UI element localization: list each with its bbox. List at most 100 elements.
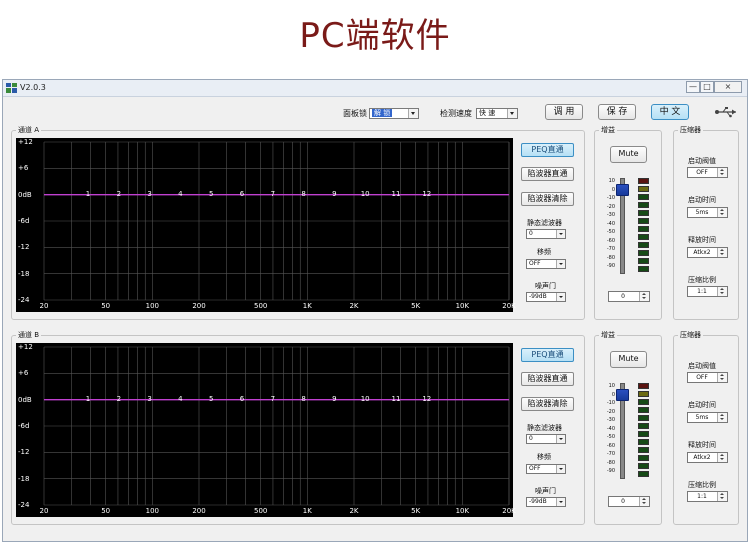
y-tick-label: +6	[18, 164, 29, 173]
notch-clear-button[interactable]: 陷波器清除	[521, 192, 574, 206]
meter-scale-label: -50	[606, 434, 615, 440]
meter-led	[638, 423, 649, 429]
notch-clear-button[interactable]: 陷波器清除	[521, 397, 574, 411]
eq-band-node[interactable]: 6	[237, 190, 247, 198]
threshold-value: OFF	[696, 374, 708, 381]
meter-scale-label: 0	[611, 391, 615, 398]
noise-gate-value: -99dB	[529, 293, 547, 300]
y-tick-label: 0dB	[18, 395, 32, 404]
eq-band-node[interactable]: 5	[206, 190, 216, 198]
peq-bypass-button[interactable]: PEQ直通	[521, 143, 574, 157]
static-filter-select[interactable]: 0	[526, 434, 566, 444]
eq-band-node[interactable]: 1	[83, 190, 93, 198]
eq-band-node[interactable]: 12	[422, 190, 432, 198]
x-tick-label: 20K	[502, 302, 516, 310]
spinner-arrows-icon[interactable]	[717, 248, 727, 257]
panel-lock-select[interactable]: 解 锁	[369, 108, 419, 119]
ratio-spinner[interactable]: 1:1	[687, 286, 728, 297]
meter-led	[638, 266, 649, 272]
threshold-spinner[interactable]: OFF	[687, 167, 728, 178]
eq-band-node[interactable]: 6	[237, 395, 247, 403]
spinner-arrows-icon[interactable]	[717, 287, 727, 296]
close-button[interactable]: ×	[714, 81, 742, 93]
spinner-arrows-icon[interactable]	[717, 373, 727, 382]
eq-band-node[interactable]: 8	[299, 190, 309, 198]
eq-band-node[interactable]: 4	[175, 190, 185, 198]
shift-select[interactable]: OFF	[526, 464, 566, 474]
eq-band-node[interactable]: 1	[83, 395, 93, 403]
eq-band-node[interactable]: 8	[299, 395, 309, 403]
detect-speed-select[interactable]: 快 速	[476, 108, 518, 119]
eq-graph[interactable]: +12 +6 0dB -6d -12 -18 -24 20 50 100 200 500 1K 2K 5K 1…	[16, 138, 516, 312]
x-tick-label: 100	[145, 302, 160, 310]
threshold-spinner[interactable]: OFF	[687, 372, 728, 383]
y-tick-label: +12	[18, 138, 33, 146]
mute-button[interactable]: Mute	[610, 351, 647, 368]
eq-band-node[interactable]: 2	[114, 190, 124, 198]
minimize-button[interactable]: —	[686, 81, 700, 93]
x-tick-label: 200	[192, 507, 206, 515]
eq-band-node[interactable]: 7	[268, 190, 278, 198]
notch-bypass-button[interactable]: 陷波器直通	[521, 167, 574, 181]
static-filter-select[interactable]: 0	[526, 229, 566, 239]
mute-button[interactable]: Mute	[610, 146, 647, 163]
eq-band-node[interactable]: 12	[422, 395, 432, 403]
spinner-arrows-icon[interactable]	[639, 292, 649, 301]
app-window: V2.0.3 — □ × 面板锁 解 锁 检测速度 快 速 调 用 保 存 中 …	[2, 79, 748, 542]
meter-led	[638, 391, 649, 397]
meter-scale-label: -40	[606, 425, 615, 432]
x-tick-label: 500	[253, 302, 268, 310]
attack-spinner[interactable]: 5ms	[687, 412, 728, 423]
eq-band-node[interactable]: 3	[145, 190, 155, 198]
eq-band-node[interactable]: 2	[114, 395, 124, 403]
meter-led	[638, 250, 649, 256]
spinner-arrows-icon[interactable]	[717, 208, 727, 217]
meter-scale-label: -90	[606, 263, 615, 269]
ratio-spinner[interactable]: 1:1	[687, 491, 728, 502]
eq-band-node[interactable]: 10	[360, 395, 370, 403]
eq-band-node[interactable]: 7	[268, 395, 278, 403]
noise-gate-select[interactable]: -99dB	[526, 497, 566, 507]
eq-graph[interactable]: +12 +6 0dB -6d -12 -18 -24 20 50 100 200 500 1K 2K 5K 1…	[16, 343, 516, 517]
gain-fader-knob[interactable]	[616, 388, 629, 401]
notch-bypass-button[interactable]: 陷波器直通	[521, 372, 574, 386]
eq-band-node[interactable]: 11	[391, 190, 401, 198]
ratio-value: 1:1	[697, 288, 707, 295]
release-spinner[interactable]: Atkx2	[687, 247, 728, 258]
maximize-button[interactable]: □	[700, 81, 714, 93]
ratio-label: 压缩比例	[688, 276, 716, 284]
eq-band-node[interactable]: 3	[145, 395, 155, 403]
adjust-button[interactable]: 调 用	[545, 104, 583, 120]
noise-gate-select[interactable]: -99dB	[526, 292, 566, 302]
eq-band-node[interactable]: 11	[391, 395, 401, 403]
eq-band-node[interactable]: 9	[329, 395, 339, 403]
save-button[interactable]: 保 存	[598, 104, 636, 120]
meter-led	[638, 178, 649, 184]
meter-scale-label: -30	[606, 212, 615, 218]
gain-fader-knob[interactable]	[616, 183, 629, 196]
spinner-arrows-icon[interactable]	[717, 492, 727, 501]
spinner-arrows-icon[interactable]	[639, 497, 649, 506]
language-button[interactable]: 中 文	[651, 104, 689, 120]
chevron-down-icon	[556, 260, 565, 268]
usb-icon	[715, 107, 736, 118]
gain-spinner[interactable]: 0	[608, 291, 650, 302]
eq-band-node[interactable]: 4	[175, 395, 185, 403]
eq-band-node[interactable]: 9	[329, 190, 339, 198]
eq-band-node[interactable]: 10	[360, 190, 370, 198]
gain-spinner[interactable]: 0	[608, 496, 650, 507]
panel-lock-value: 解 锁	[372, 109, 393, 117]
eq-band-node[interactable]: 5	[206, 395, 216, 403]
release-label: 释放时间	[688, 236, 716, 244]
spinner-arrows-icon[interactable]	[717, 413, 727, 422]
spinner-arrows-icon[interactable]	[717, 453, 727, 462]
spinner-arrows-icon[interactable]	[717, 168, 727, 177]
peq-bypass-button[interactable]: PEQ直通	[521, 348, 574, 362]
meter-scale-label: -20	[606, 203, 615, 210]
release-spinner[interactable]: Atkx2	[687, 452, 728, 463]
shift-select[interactable]: OFF	[526, 259, 566, 269]
x-tick-label: 500	[253, 507, 268, 515]
meter-led	[638, 439, 649, 445]
attack-spinner[interactable]: 5ms	[687, 207, 728, 218]
shift-value: OFF	[529, 465, 541, 472]
